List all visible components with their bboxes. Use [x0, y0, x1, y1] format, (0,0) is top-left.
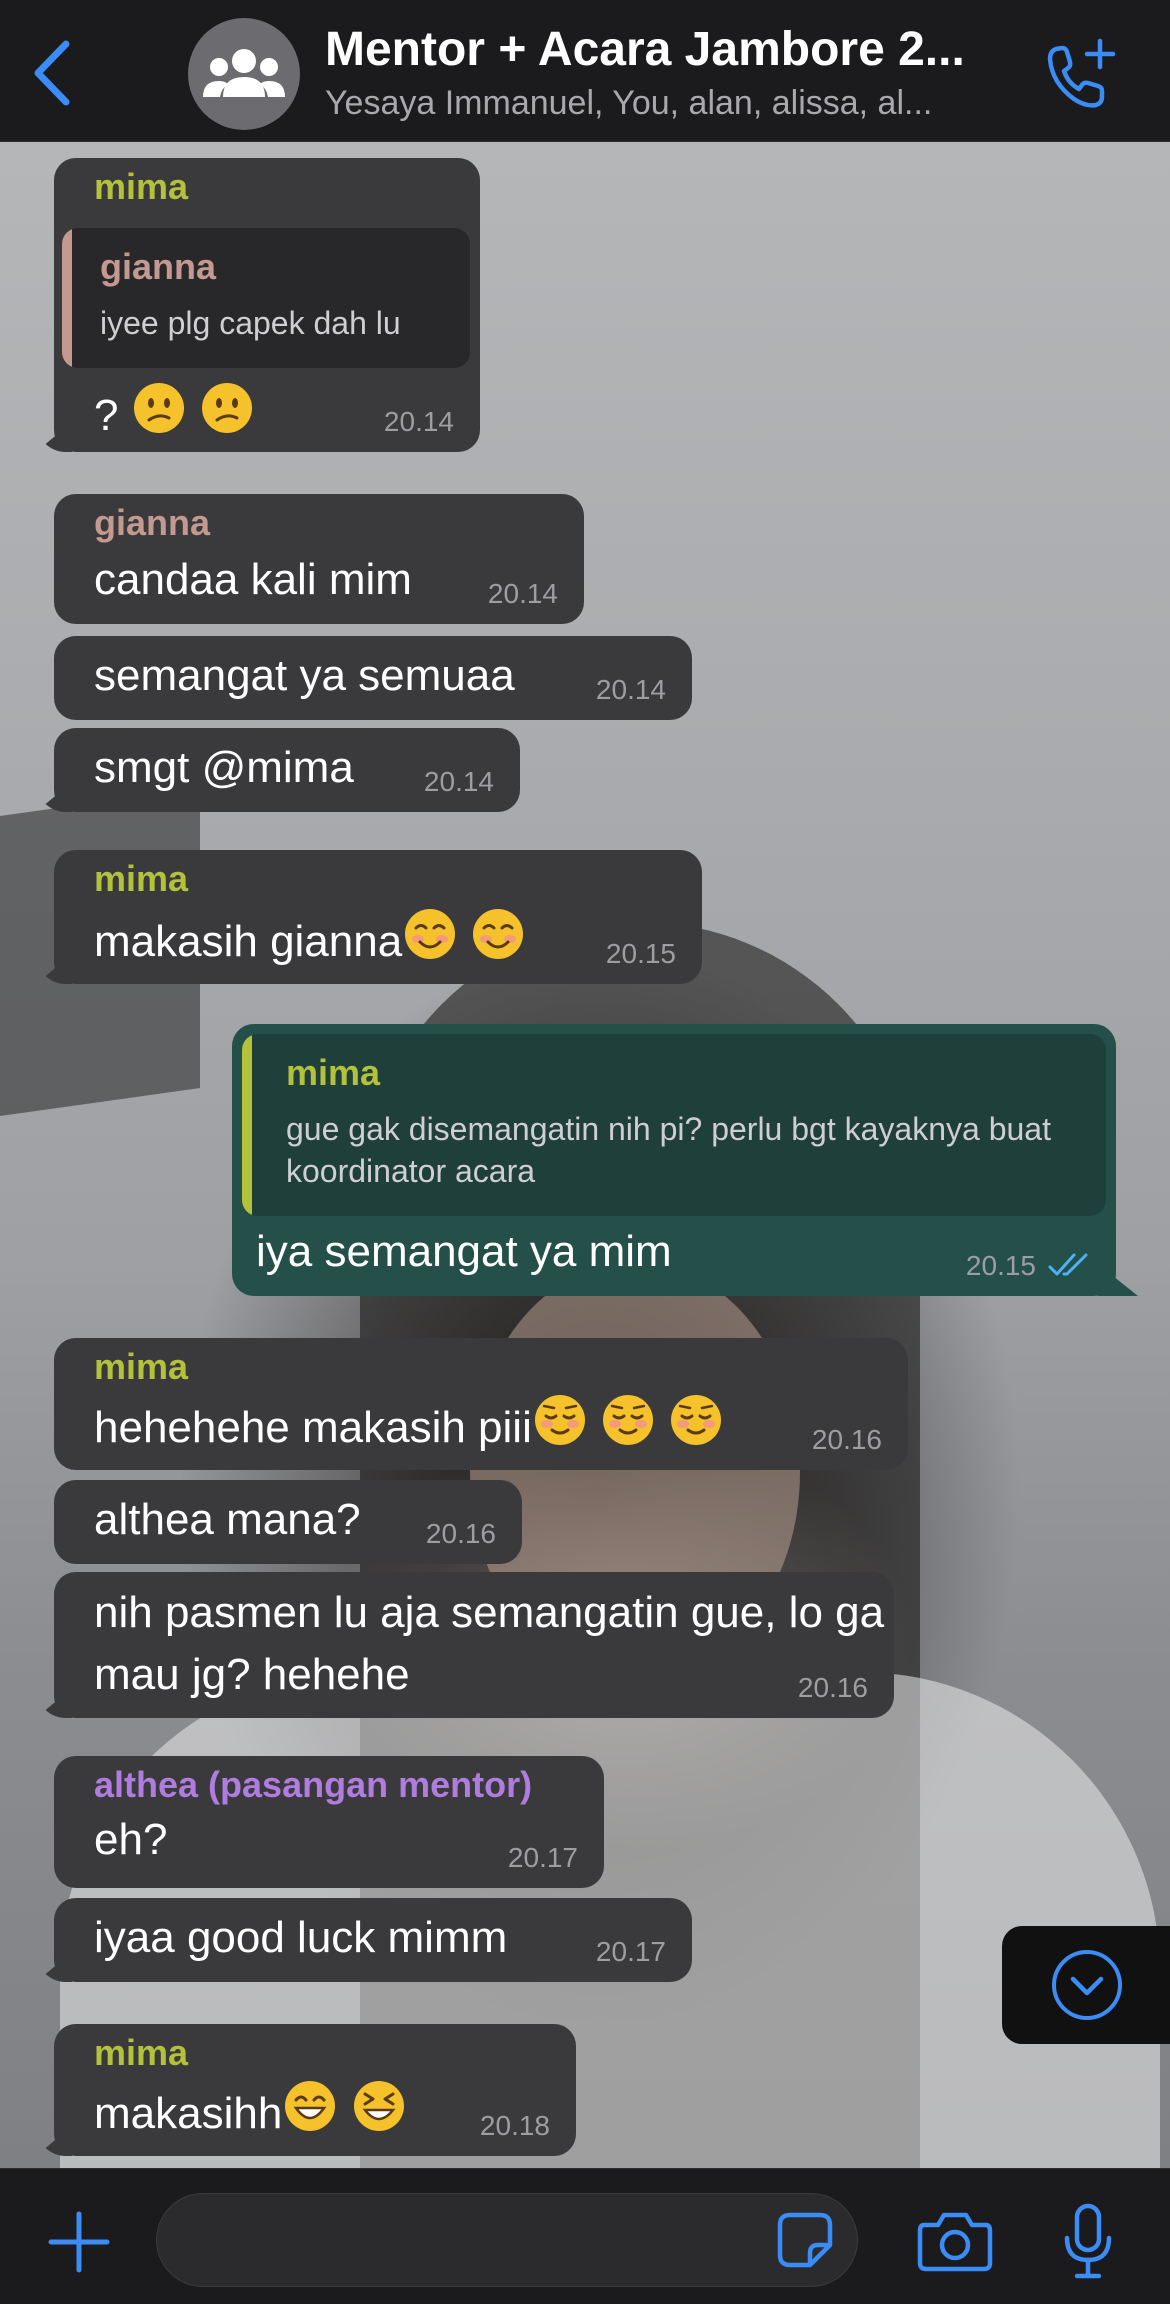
- message-bubble[interactable]: iyaa good luck mimm 20.17: [36, 1898, 692, 1982]
- bubble-tail: [36, 1688, 72, 1718]
- message-bubble[interactable]: semangat ya semuaa 20.14: [54, 636, 692, 720]
- quote-bar: [62, 228, 72, 368]
- smiling-blush-emoji: [668, 1392, 724, 1464]
- double-check-icon: [1048, 1253, 1088, 1276]
- bubble-tail: [36, 422, 72, 452]
- message-bubble[interactable]: nih pasmen lu aja semangatin gue, lo ga …: [36, 1572, 894, 1718]
- message-text: smgt @mima: [94, 743, 354, 792]
- sender-name: althea (pasangan mentor): [94, 1764, 533, 1805]
- participants-list[interactable]: Yesaya Immanuel, You, alan, alissa, al..…: [325, 84, 1015, 123]
- message-time: 20.17: [507, 1842, 578, 1873]
- message-time: 20.18: [479, 2110, 550, 2141]
- message-text: althea mana?: [94, 1495, 361, 1544]
- message-text: makasihh: [94, 2078, 407, 2150]
- message-text: iya semangat ya mim: [256, 1227, 672, 1276]
- confused-face-emoji: [131, 380, 187, 452]
- message-time: 20.14: [423, 766, 494, 797]
- smiling-face-emoji: [470, 906, 526, 978]
- message-input[interactable]: [156, 2193, 858, 2287]
- quote-text: iyee plg capek dah lu: [100, 305, 401, 341]
- group-icon: [203, 49, 285, 97]
- message-bubble[interactable]: smgt @mima 20.14: [36, 728, 520, 812]
- message-text: eh?: [94, 1815, 168, 1864]
- smiling-blush-emoji: [532, 1392, 588, 1464]
- back-button[interactable]: [16, 32, 86, 114]
- grinning-face-emoji: [282, 2078, 338, 2150]
- plus-icon: [48, 2211, 110, 2273]
- sticker-icon: [777, 2212, 833, 2268]
- message-time: 20.15: [965, 1250, 1036, 1281]
- message-bubble[interactable]: mima gianna iyee plg capek dah lu ? 20.1…: [36, 158, 480, 452]
- bubble-tail: [36, 2126, 72, 2156]
- sender-name: mima: [94, 858, 189, 899]
- quote-bar: [242, 1034, 252, 1216]
- chat-title[interactable]: Mentor + Acara Jambore 2...: [325, 22, 1025, 77]
- camera-button[interactable]: [912, 2203, 998, 2279]
- message-time: 20.14: [487, 578, 558, 609]
- message-time: 20.14: [383, 406, 454, 437]
- sticker-button[interactable]: [770, 2205, 840, 2275]
- confused-face-emoji: [199, 380, 255, 452]
- add-call-icon: [1047, 38, 1116, 108]
- message-time: 20.16: [811, 1424, 882, 1455]
- message-bubble[interactable]: mima makasih gianna 20.15: [36, 850, 702, 984]
- message-bubble[interactable]: althea (pasangan mentor) eh? 20.17: [54, 1756, 604, 1888]
- bubble-tail: [36, 1952, 72, 1982]
- sender-name: mima: [94, 2032, 189, 2073]
- laughing-face-emoji: [351, 2078, 407, 2150]
- message-time: 20.16: [797, 1672, 868, 1703]
- message-text: semangat ya semuaa: [94, 651, 515, 700]
- add-call-button[interactable]: [1030, 30, 1130, 120]
- quote-sender: mima: [286, 1052, 381, 1093]
- message-time: 20.17: [595, 1936, 666, 1967]
- quoted-message[interactable]: gianna iyee plg capek dah lu: [62, 228, 470, 368]
- microphone-button[interactable]: [1052, 2197, 1124, 2287]
- message-time: 20.14: [595, 674, 666, 705]
- attach-button[interactable]: [40, 2203, 118, 2281]
- message-bubble-outgoing[interactable]: mima gue gak disemangatin nih pi? perlu …: [232, 1024, 1138, 1296]
- message-text: nih pasmen lu aja semangatin gue, lo ga …: [94, 1588, 885, 1699]
- message-text: makasih gianna: [94, 906, 526, 978]
- message-text: hehehehe makasih piii: [94, 1392, 724, 1464]
- scroll-to-bottom-button[interactable]: [1002, 1926, 1170, 2044]
- bubble-tail: [36, 782, 72, 812]
- message-text: ?: [94, 380, 255, 452]
- chevron-left-icon: [34, 40, 70, 106]
- sender-name: gianna: [94, 502, 211, 543]
- quote-sender: gianna: [100, 246, 217, 287]
- sender-name: mima: [94, 166, 189, 207]
- scroll-down-icon: [1052, 1950, 1122, 2020]
- microphone-icon: [1064, 2203, 1112, 2279]
- message-bubble[interactable]: althea mana? 20.16: [54, 1480, 522, 1564]
- smiling-blush-emoji: [600, 1392, 656, 1464]
- message-time: 20.16: [425, 1518, 496, 1549]
- message-text: candaa kali mim: [94, 555, 412, 604]
- bubble-tail: [1098, 1264, 1138, 1296]
- quoted-message[interactable]: mima gue gak disemangatin nih pi? perlu …: [242, 1034, 1106, 1216]
- message-bubble[interactable]: mima hehehehe makasih piii 20.16: [54, 1338, 908, 1470]
- message-bubble[interactable]: mima makasihh 20.18: [36, 2024, 576, 2156]
- smiling-face-emoji: [402, 906, 458, 978]
- chat-area[interactable]: mima gianna iyee plg capek dah lu ? 20.1…: [0, 142, 1170, 2168]
- group-avatar[interactable]: [188, 18, 300, 130]
- message-time: 20.15: [605, 938, 676, 969]
- camera-icon: [917, 2212, 993, 2272]
- sender-name: mima: [94, 1346, 189, 1387]
- message-bubble[interactable]: gianna candaa kali mim 20.14: [54, 494, 584, 624]
- quote-text: gue gak disemangatin nih pi? perlu bgt k…: [286, 1111, 1051, 1189]
- message-text: iyaa good luck mimm: [94, 1913, 508, 1962]
- chat-header: Mentor + Acara Jambore 2... Yesaya Imman…: [0, 0, 1170, 142]
- composer-bar: [0, 2168, 1170, 2304]
